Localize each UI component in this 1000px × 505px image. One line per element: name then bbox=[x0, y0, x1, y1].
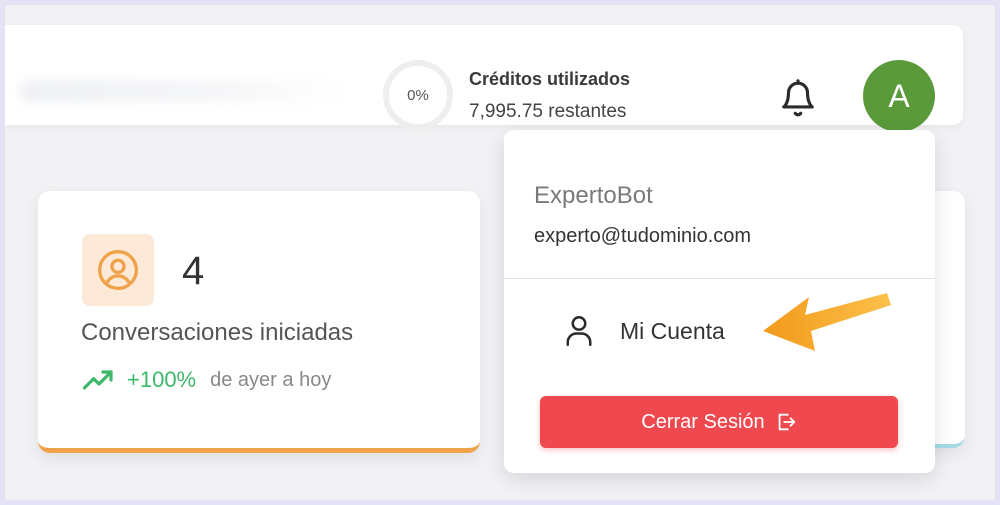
logout-label: Cerrar Sesión bbox=[641, 410, 765, 433]
user-circle-icon bbox=[98, 250, 138, 290]
logout-icon bbox=[775, 411, 797, 433]
menu-item-my-account[interactable]: Mi Cuenta bbox=[564, 308, 725, 354]
credits-title: Créditos utilizados bbox=[469, 69, 631, 89]
stat-value: 4 bbox=[182, 249, 205, 293]
trend-percent: +100% bbox=[127, 367, 197, 392]
user-avatar[interactable]: A bbox=[863, 60, 935, 132]
bell-icon bbox=[782, 79, 814, 117]
menu-item-label: Mi Cuenta bbox=[620, 317, 725, 344]
user-icon bbox=[566, 316, 592, 346]
arrow-icon bbox=[763, 293, 891, 351]
user-name: ExpertoBot bbox=[534, 182, 653, 209]
avatar-initial: A bbox=[888, 77, 910, 114]
logout-button[interactable]: Cerrar Sesión bbox=[540, 396, 898, 448]
credits-percent: 0% bbox=[407, 86, 429, 104]
credits-progress-ring: 0% bbox=[383, 60, 453, 130]
menu-divider bbox=[504, 278, 935, 279]
app-frame: 0% Créditos utilizados 7,995.75 restante… bbox=[5, 5, 995, 500]
trend-period: de ayer a hoy bbox=[210, 368, 332, 391]
stat-trend: +100% de ayer a hoy bbox=[83, 367, 331, 393]
credits-remaining: 7,995.75 restantes bbox=[469, 101, 627, 122]
user-email: experto@tudominio.com bbox=[534, 225, 752, 247]
stat-card-conversations: 4 Conversaciones iniciadas +100% de ayer… bbox=[38, 191, 480, 453]
trending-up-icon bbox=[83, 370, 113, 390]
stat-card-icon-box bbox=[82, 234, 154, 306]
blurred-header-content bbox=[20, 80, 350, 102]
top-header: 0% Créditos utilizados 7,995.75 restante… bbox=[5, 25, 963, 132]
notifications-button[interactable] bbox=[775, 75, 821, 123]
stat-label: Conversaciones iniciadas bbox=[81, 319, 354, 346]
